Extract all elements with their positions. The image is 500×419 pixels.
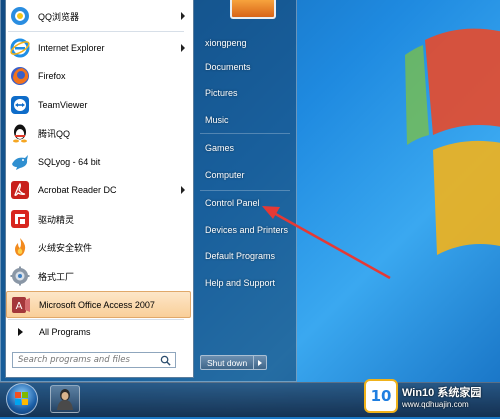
program-format-factory[interactable]: 格式工厂 [6,262,191,290]
shutdown-group: Shut down [200,355,268,370]
program-label: Internet Explorer [38,43,105,53]
program-acrobat-reader[interactable]: Acrobat Reader DC [6,176,191,204]
windows-logo-icon [15,392,28,405]
internet-explorer-icon [9,37,31,59]
huorong-security-icon [9,236,31,258]
arrow-right-icon [18,328,23,336]
program-driver-genius[interactable]: 驱动精灵 [6,205,191,233]
program-teamviewer[interactable]: TeamViewer [6,91,191,119]
menu-item-pictures[interactable]: Pictures [205,88,238,98]
ms-access-icon: A [10,294,32,316]
shutdown-button[interactable]: Shut down [200,355,255,370]
program-label: 驱动精灵 [38,214,75,225]
program-label: SQLyog - 64 bit [38,157,101,167]
watermark-title: Win10 系统家园 [402,386,482,399]
separator [8,31,184,32]
tencent-qq-icon [9,122,31,144]
program-qq-browser[interactable]: QQ浏览器 [6,2,191,30]
program-label: 格式工厂 [38,271,75,282]
program-label: 腾讯QQ [38,128,71,139]
windows-logo-wallpaper [405,28,500,255]
program-label: TeamViewer [38,100,88,110]
menu-item-documents[interactable]: Documents [205,62,251,72]
watermark-badge: 10 [364,379,398,413]
program-label: Microsoft Office Access 2007 [39,299,155,310]
program-ms-access[interactable]: A Microsoft Office Access 2007 [6,291,191,318]
watermark-url: www.qdhuajin.com [402,399,469,409]
program-huorong-security[interactable]: 火绒安全软件 [6,233,191,261]
program-firefox[interactable]: Firefox [6,62,191,90]
watermark: 10 Win10 系统家园 www.qdhuajin.com [364,376,500,416]
driver-genius-icon [9,208,31,230]
taskbar-app[interactable] [50,385,80,413]
all-programs-button[interactable]: All Programs [6,319,191,345]
program-label: QQ浏览器 [38,11,80,22]
separator [200,190,290,191]
svg-text:A: A [16,301,23,312]
menu-item-default-programs[interactable]: Default Programs [205,251,275,261]
menu-item-computer[interactable]: Computer [205,170,245,180]
menu-item-control-panel[interactable]: Control Panel [205,198,260,208]
sqlyog-icon [9,151,31,173]
program-internet-explorer[interactable]: Internet Explorer [6,34,191,62]
program-label: Firefox [38,71,66,81]
program-label: Acrobat Reader DC [38,185,117,195]
program-label: 火绒安全软件 [38,242,93,253]
search-icon[interactable] [160,355,171,366]
app-icon [57,389,73,410]
submenu-arrow-icon [181,44,185,52]
qq-browser-icon [9,5,31,27]
search-input[interactable] [18,355,146,365]
firefox-icon [9,65,31,87]
user-picture[interactable] [230,0,276,19]
menu-item-devices-printers[interactable]: Devices and Printers [205,225,288,235]
acrobat-reader-icon [9,179,31,201]
arrow-right-icon [258,359,263,366]
submenu-arrow-icon [181,186,185,194]
menu-item-user[interactable]: xiongpeng [205,38,247,48]
menu-item-help-support[interactable]: Help and Support [205,278,275,288]
search-field[interactable] [12,352,176,368]
separator [200,133,290,134]
program-tencent-qq[interactable]: 腾讯QQ [6,119,191,147]
menu-item-games[interactable]: Games [205,143,234,153]
menu-item-music[interactable]: Music [205,115,229,125]
format-factory-icon [9,265,31,287]
teamviewer-icon [9,94,31,116]
program-sqlyog[interactable]: SQLyog - 64 bit [6,148,191,176]
submenu-arrow-icon [181,12,185,20]
shutdown-options-button[interactable] [254,355,268,370]
start-button[interactable] [6,383,38,415]
all-programs-label: All Programs [39,327,91,337]
